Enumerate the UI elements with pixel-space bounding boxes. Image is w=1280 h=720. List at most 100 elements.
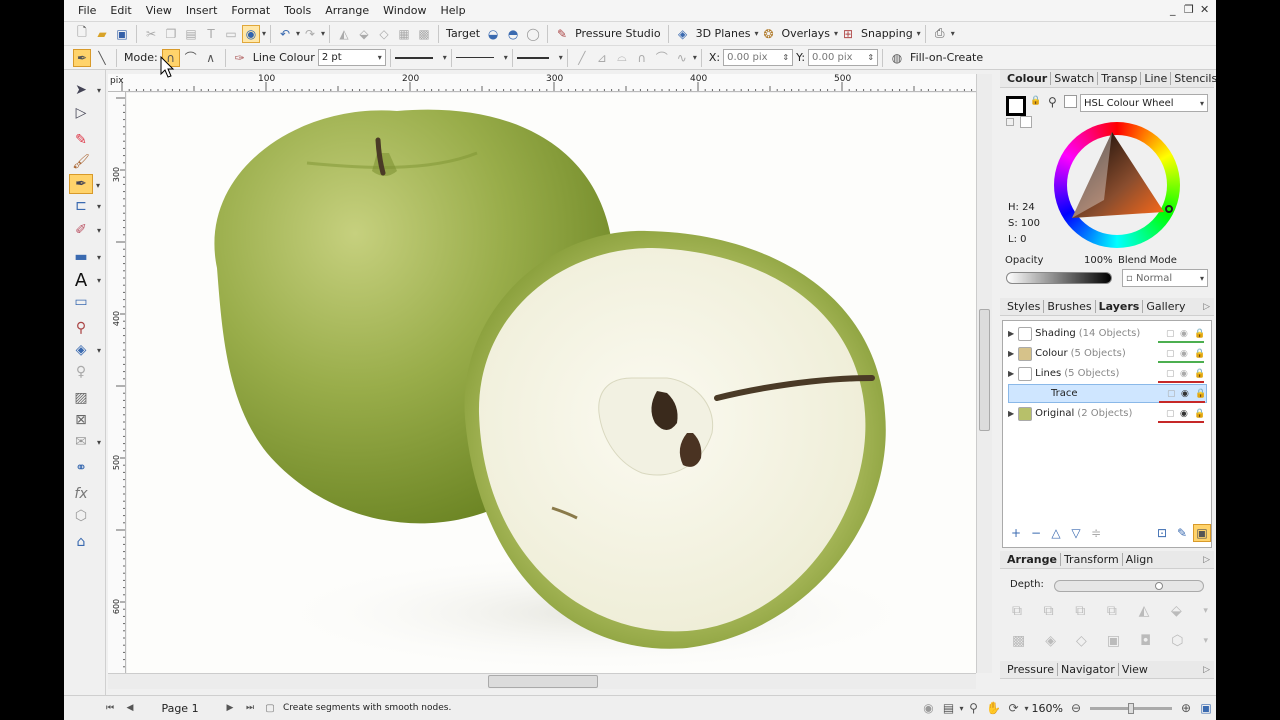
menu-arrange[interactable]: Arrange	[318, 0, 376, 22]
eyedropper-icon[interactable]: ⚲	[1048, 95, 1057, 109]
expand-icon[interactable]: ▶	[1008, 409, 1014, 418]
fill-tool-icon[interactable]: ◈ ▾	[69, 340, 101, 360]
send-backward-icon[interactable]: ⧉	[1075, 603, 1085, 619]
crop-tool-icon[interactable]: ▨	[69, 388, 93, 408]
node-tool-1-icon[interactable]: ╱	[573, 49, 591, 67]
zoom-icon[interactable]: ⚲	[965, 699, 983, 717]
format-painter-icon[interactable]: T	[202, 25, 220, 43]
x-position-field[interactable]: 0.00 pix ⇕	[723, 49, 794, 66]
tab-align[interactable]: Align	[1123, 553, 1157, 566]
group-objects-icon[interactable]: ▩	[1012, 633, 1025, 649]
node-tool-6-icon[interactable]: ∿	[673, 49, 691, 67]
vertical-scrollbar[interactable]	[976, 74, 992, 673]
blend-mode-select[interactable]: ▫ Normal ▾	[1122, 269, 1208, 287]
node-tool-icon[interactable]: ▷	[69, 103, 93, 123]
zoom-slider-handle[interactable]	[1128, 702, 1134, 714]
layers-menu-icon[interactable]: ▷	[1203, 302, 1210, 312]
layer-print-icon[interactable]: 🔒	[1194, 409, 1205, 419]
tab-layers[interactable]: Layers	[1096, 300, 1144, 313]
layer-print-icon[interactable]: 🔒	[1195, 389, 1206, 399]
undo-icon[interactable]: ↶	[276, 25, 294, 43]
line-width-select[interactable]: 2 pt ▾	[317, 49, 386, 66]
line-style-select[interactable]: ▾	[394, 53, 447, 62]
eraser-tool-icon[interactable]: ✐ ▾	[69, 220, 101, 240]
paste-icon[interactable]: ▤	[182, 25, 200, 43]
target-shape-icon[interactable]: ◒	[484, 25, 502, 43]
flip-horizontal-icon[interactable]: ◭	[335, 25, 353, 43]
exclude-icon[interactable]: ◘	[1140, 633, 1151, 649]
layer-row-selected[interactable]: Trace ▢ ◉ 🔒	[1008, 384, 1207, 403]
stroke-swatch[interactable]	[1006, 96, 1026, 116]
layer-print-icon[interactable]: 🔒	[1194, 349, 1205, 359]
transparency-tool-icon[interactable]: ♀	[69, 362, 93, 382]
expand-icon[interactable]: ▶	[1008, 369, 1014, 378]
3d-tool-icon[interactable]: ⬡	[69, 506, 93, 526]
flip-vertical-icon[interactable]: ⬙	[355, 25, 373, 43]
open-folder-icon[interactable]: ▰	[93, 25, 111, 43]
pencil-tool-icon[interactable]: ✎	[69, 130, 93, 150]
menu-file[interactable]: File	[64, 0, 103, 22]
minimize-icon[interactable]: _	[1170, 3, 1176, 16]
save-icon[interactable]: ▣	[113, 25, 131, 43]
pointer-tool-icon[interactable]: ➤ ▾	[69, 80, 101, 100]
snapping-button[interactable]: Snapping	[858, 27, 916, 40]
document-icon[interactable]: ▤	[940, 699, 958, 717]
pen-tool-icon[interactable]: ✒	[73, 48, 91, 67]
hue-marker[interactable]	[1165, 205, 1173, 213]
menu-view[interactable]: View	[139, 0, 179, 22]
tab-transform[interactable]: Transform	[1061, 553, 1123, 566]
pressure-studio-button[interactable]: Pressure Studio	[572, 27, 664, 40]
merge-layers-icon[interactable]: ≑	[1087, 524, 1105, 542]
tab-arrange[interactable]: Arrange	[1004, 553, 1061, 566]
bottom-menu-icon[interactable]: ▷	[1203, 665, 1210, 675]
layer-edit-icon[interactable]: ✎	[1173, 524, 1191, 542]
tab-navigator[interactable]: Navigator	[1058, 663, 1119, 676]
fit-page-icon[interactable]: ▣	[1197, 699, 1215, 717]
fill-swatch[interactable]	[1020, 116, 1032, 128]
3d-planes-button[interactable]: 3D Planes	[693, 27, 754, 40]
vertical-scroll-thumb[interactable]	[979, 309, 990, 431]
layer-row[interactable]: ▶ Original (2 Objects) ▢ ◉ 🔒	[1008, 404, 1207, 423]
envelope-tool-icon[interactable]: ✉ ▾	[69, 432, 101, 452]
tab-pressure[interactable]: Pressure	[1004, 663, 1058, 676]
layer-lock-icon[interactable]: ▢	[1166, 349, 1175, 359]
target-line-icon[interactable]: ◯	[524, 25, 542, 43]
zoom-out-icon[interactable]: ⊖	[1067, 699, 1085, 717]
last-page-icon[interactable]: ⏭	[241, 699, 259, 717]
subtract-icon[interactable]: ▣	[1107, 633, 1120, 649]
tab-stencils[interactable]: Stencils	[1171, 72, 1216, 85]
horizontal-scrollbar[interactable]	[108, 673, 976, 689]
layer-row[interactable]: ▶ Lines (5 Objects) ▢ ◉ 🔒	[1008, 364, 1207, 383]
overlays-button[interactable]: Overlays	[778, 27, 833, 40]
fill-on-create-button[interactable]: Fill-on-Create	[907, 51, 986, 64]
layer-lock-icon[interactable]: ▢	[1166, 369, 1175, 379]
text-tool-icon[interactable]: A ▾	[69, 270, 101, 291]
dash-style-select[interactable]: ▾	[455, 53, 508, 62]
layer-paint-icon[interactable]: ▣	[1193, 524, 1211, 542]
node-tool-2-icon[interactable]: ⊿	[593, 49, 611, 67]
first-page-icon[interactable]: ⏮	[101, 699, 119, 717]
send-to-back-icon[interactable]: ⧉	[1107, 603, 1117, 619]
ungroup-icon[interactable]: ▩	[415, 25, 433, 43]
zoom-tool-icon[interactable]: ⌂	[69, 532, 93, 552]
mode-sharp-icon[interactable]: ∧	[202, 49, 220, 67]
flip-v-icon[interactable]: ⬙	[1171, 603, 1182, 619]
lock-icon[interactable]: 🔒	[1030, 96, 1041, 106]
view-mode-icon[interactable]: ◉	[920, 699, 938, 717]
swap-icon[interactable]	[1006, 118, 1014, 126]
drawing-canvas[interactable]	[127, 93, 976, 673]
depth-slider-handle[interactable]	[1155, 582, 1163, 590]
layer-lock-icon[interactable]: ▢	[1166, 329, 1175, 339]
layer-lock-icon[interactable]: ▢	[1166, 409, 1175, 419]
blend-tool-icon[interactable]: ⚭	[69, 458, 93, 478]
3d-planes-icon[interactable]: ◈	[674, 25, 692, 43]
new-document-icon[interactable]: 🗋	[73, 25, 91, 43]
redo-icon[interactable]: ↷	[301, 25, 319, 43]
tab-line[interactable]: Line	[1141, 72, 1172, 85]
horizontal-scroll-thumb[interactable]	[488, 675, 598, 688]
y-position-field[interactable]: 0.00 pix ⇕	[808, 49, 879, 66]
tab-swatch[interactable]: Swatch	[1051, 72, 1099, 85]
menu-format[interactable]: Format	[224, 0, 277, 22]
layer-visibility-icon[interactable]: ◉	[1181, 389, 1189, 399]
move-layer-up-icon[interactable]: △	[1047, 524, 1065, 542]
